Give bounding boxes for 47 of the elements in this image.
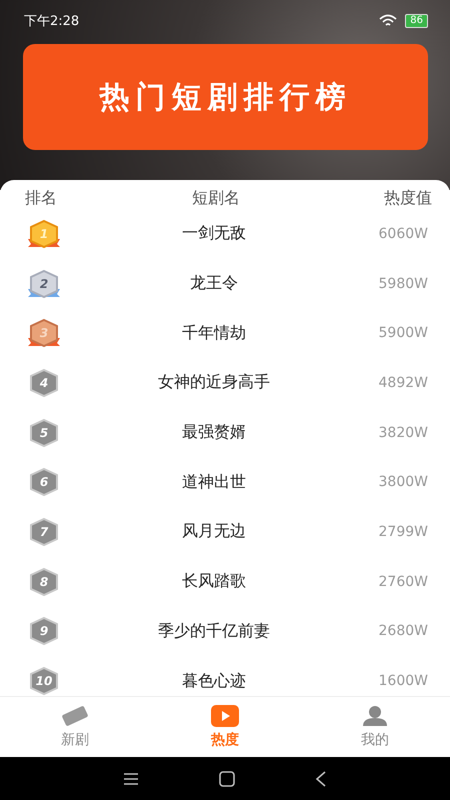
rank-number: 6: [40, 475, 48, 490]
drama-title[interactable]: 风月无边: [182, 521, 246, 542]
rank-number: 7: [40, 524, 48, 539]
column-header: 短剧名: [192, 188, 240, 209]
heat-value: 2760W: [378, 574, 428, 590]
drama-title[interactable]: 一剑无敌: [182, 223, 246, 244]
column-header: 热度值: [384, 188, 432, 209]
rank-number: 8: [40, 574, 48, 589]
rank-number: 10: [36, 674, 52, 688]
drama-title[interactable]: 长风踏歌: [182, 571, 246, 592]
rank-number: 9: [40, 624, 48, 638]
tab-label: 我的: [361, 731, 389, 749]
banner-title: 热门短剧排行榜: [100, 78, 352, 116]
heat-value: 5980W: [378, 276, 428, 292]
heat-value: 3800W: [378, 474, 428, 490]
drama-title[interactable]: 龙王令: [190, 273, 238, 294]
back-icon[interactable]: [315, 770, 327, 786]
heat-value: 6060W: [378, 226, 428, 242]
heat-value: 3820W: [378, 424, 428, 441]
drama-title[interactable]: 最强赘婿: [182, 422, 246, 444]
drama-title[interactable]: 女神的近身高手: [158, 372, 270, 394]
drama-title[interactable]: 道神出世: [182, 472, 246, 493]
rank-number: 2: [40, 276, 48, 291]
drama-title[interactable]: 千年情劫: [182, 322, 246, 344]
heat-value: 1600W: [378, 673, 428, 690]
column-header: 排名: [25, 188, 57, 209]
tab-label: 新剧: [61, 731, 89, 749]
tab-label: 热度: [211, 731, 239, 749]
wifi-icon: [379, 14, 398, 28]
play-icon: [211, 705, 239, 727]
heat-value: 4892W: [378, 374, 428, 391]
tab-item[interactable]: 新剧: [0, 697, 150, 757]
battery-level: 86: [405, 14, 428, 28]
drama-title[interactable]: 季少的千亿前妻: [158, 620, 270, 642]
tab-item[interactable]: 我的: [300, 697, 450, 757]
rank-number: 3: [40, 326, 48, 340]
rank-number: 5: [40, 426, 48, 440]
rank-number: 4: [40, 376, 48, 390]
user-icon: [362, 705, 388, 727]
heat-value: 5900W: [378, 325, 428, 342]
home-icon[interactable]: [219, 770, 235, 786]
rank-number: 1: [40, 226, 48, 241]
menu-icon[interactable]: [123, 772, 139, 786]
heat-value: 2680W: [378, 623, 428, 640]
status-time: 下午2:28: [24, 13, 80, 30]
drama-title[interactable]: 暮色心迹: [182, 670, 246, 692]
heat-value: 2799W: [378, 524, 428, 540]
